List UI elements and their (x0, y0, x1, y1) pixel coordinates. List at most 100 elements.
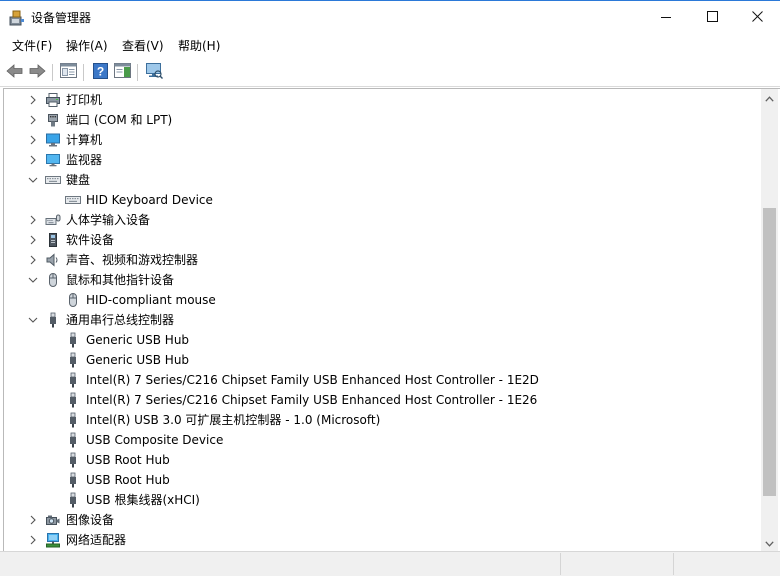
usb-icon (65, 332, 81, 348)
tree-category-row[interactable]: 打印机 (4, 90, 762, 110)
usb-icon (65, 392, 81, 408)
tree-item-label: USB Root Hub (86, 473, 170, 487)
forward-arrow-icon (28, 63, 46, 82)
tree-device-row[interactable]: Intel(R) 7 Series/C216 Chipset Family US… (4, 370, 762, 390)
tree-item-label: 软件设备 (66, 233, 115, 247)
usb-icon (65, 372, 81, 388)
tree-device-row[interactable]: Intel(R) USB 3.0 可扩展主机控制器 - 1.0 (Microso… (4, 410, 762, 430)
software-device-icon (45, 232, 61, 248)
window-title: 设备管理器 (31, 11, 92, 25)
tree-item-label: Intel(R) 7 Series/C216 Chipset Family US… (86, 373, 539, 387)
usb-icon (65, 492, 81, 508)
tree-item-label: USB Root Hub (86, 453, 170, 467)
close-button[interactable] (734, 1, 780, 35)
chevron-down-icon[interactable] (27, 174, 39, 186)
action-pane-button[interactable] (112, 62, 132, 82)
properties-button[interactable] (58, 62, 78, 82)
scan-hardware-button[interactable] (144, 62, 164, 82)
monitor-icon (45, 152, 61, 168)
chevron-down-icon[interactable] (27, 274, 39, 286)
device-manager-icon (9, 10, 25, 26)
chevron-right-icon[interactable] (27, 254, 39, 266)
chevron-right-icon[interactable] (27, 234, 39, 246)
computer-icon (45, 132, 61, 148)
tree-category-row[interactable]: 键盘 (4, 170, 762, 190)
tree-device-row[interactable]: HID Keyboard Device (4, 190, 762, 210)
vertical-scrollbar[interactable] (761, 89, 778, 551)
network-adapter-icon (45, 532, 61, 548)
tree-device-row[interactable]: USB 根集线器(xHCI) (4, 490, 762, 510)
tree-device-row[interactable]: USB Root Hub (4, 470, 762, 490)
chevron-right-icon[interactable] (27, 134, 39, 146)
minimize-button-area[interactable] (643, 1, 689, 35)
menu-view[interactable]: 查看(V) (120, 38, 166, 54)
help-button[interactable]: ? (90, 62, 110, 82)
usb-icon (65, 432, 81, 448)
tree-category-row[interactable]: 端口 (COM 和 LPT) (4, 110, 762, 130)
close-icon (751, 11, 763, 25)
toolbar-separator (52, 64, 53, 81)
tree-category-row[interactable]: 通用串行总线控制器 (4, 310, 762, 330)
tree-device-row[interactable]: Generic USB Hub (4, 330, 762, 350)
tree-category-row[interactable]: 鼠标和其他指针设备 (4, 270, 762, 290)
chevron-right-icon[interactable] (27, 154, 39, 166)
tree-item-label: USB 根集线器(xHCI) (86, 493, 200, 507)
tree-category-row[interactable]: 监视器 (4, 150, 762, 170)
status-pane (560, 553, 674, 575)
maximize-icon (706, 11, 718, 25)
usb-icon (65, 352, 81, 368)
tree-category-row[interactable]: 软件设备 (4, 230, 762, 250)
tree-item-label: 计算机 (66, 133, 103, 147)
status-pane (673, 553, 780, 575)
tree-item-label: 通用串行总线控制器 (66, 313, 175, 327)
tree-category-row[interactable]: 计算机 (4, 130, 762, 150)
tree-item-label: 端口 (COM 和 LPT) (66, 113, 173, 127)
camera-icon (45, 512, 61, 528)
scroll-down-button[interactable] (761, 534, 778, 551)
minimize-icon (661, 11, 671, 25)
usb-icon (45, 312, 61, 328)
menu-help[interactable]: 帮助(H) (176, 38, 222, 54)
tree-category-row[interactable]: 声音、视频和游戏控制器 (4, 250, 762, 270)
device-tree: 打印机端口 (COM 和 LPT) 计算机监视器 键盘 HID Keyboard De… (4, 89, 762, 552)
scroll-up-button[interactable] (761, 89, 778, 106)
chevron-right-icon[interactable] (27, 94, 39, 106)
speaker-icon (45, 252, 61, 268)
chevron-right-icon[interactable] (27, 514, 39, 526)
chevron-down-icon[interactable] (27, 314, 39, 326)
usb-icon (65, 452, 81, 468)
tree-device-row[interactable]: USB Root Hub (4, 450, 762, 470)
tree-device-row[interactable]: HID-compliant mouse (4, 290, 762, 310)
tree-device-row[interactable]: USB Composite Device (4, 430, 762, 450)
menu-file[interactable]: 文件(F) (10, 38, 54, 54)
chevron-right-icon[interactable] (27, 214, 39, 226)
chevron-right-icon[interactable] (27, 534, 39, 546)
tree-item-label: HID-compliant mouse (86, 293, 216, 307)
toolbar-separator (137, 64, 138, 81)
maximize-button[interactable] (689, 1, 735, 35)
tree-item-label: 网络适配器 (66, 533, 127, 547)
back-arrow-icon (6, 63, 24, 82)
printer-icon (45, 92, 61, 108)
tree-device-row[interactable]: Intel(R) 7 Series/C216 Chipset Family US… (4, 390, 762, 410)
usb-icon (65, 472, 81, 488)
back-button[interactable] (5, 62, 25, 82)
menu-action[interactable]: 操作(A) (64, 38, 110, 54)
scroll-thumb[interactable] (763, 208, 776, 496)
chevron-up-icon (765, 91, 774, 105)
action-pane-icon (113, 63, 131, 81)
tree-category-row[interactable]: 网络适配器 (4, 530, 762, 550)
chevron-right-icon[interactable] (27, 114, 39, 126)
tree-category-row[interactable]: 图像设备 (4, 510, 762, 530)
tree-category-row[interactable]: 人体学输入设备 (4, 210, 762, 230)
usb-icon (65, 412, 81, 428)
status-bar (0, 551, 780, 576)
tree-device-row[interactable]: Generic USB Hub (4, 350, 762, 370)
tree-item-label: 声音、视频和游戏控制器 (66, 253, 199, 267)
forward-button[interactable] (27, 62, 47, 82)
tree-item-label: Generic USB Hub (86, 333, 190, 347)
help-icon: ? (92, 62, 108, 82)
tree-item-label: Intel(R) USB 3.0 可扩展主机控制器 - 1.0 (Microso… (86, 413, 381, 427)
keyboard-icon (45, 172, 61, 188)
monitor-scan-icon (145, 62, 163, 82)
